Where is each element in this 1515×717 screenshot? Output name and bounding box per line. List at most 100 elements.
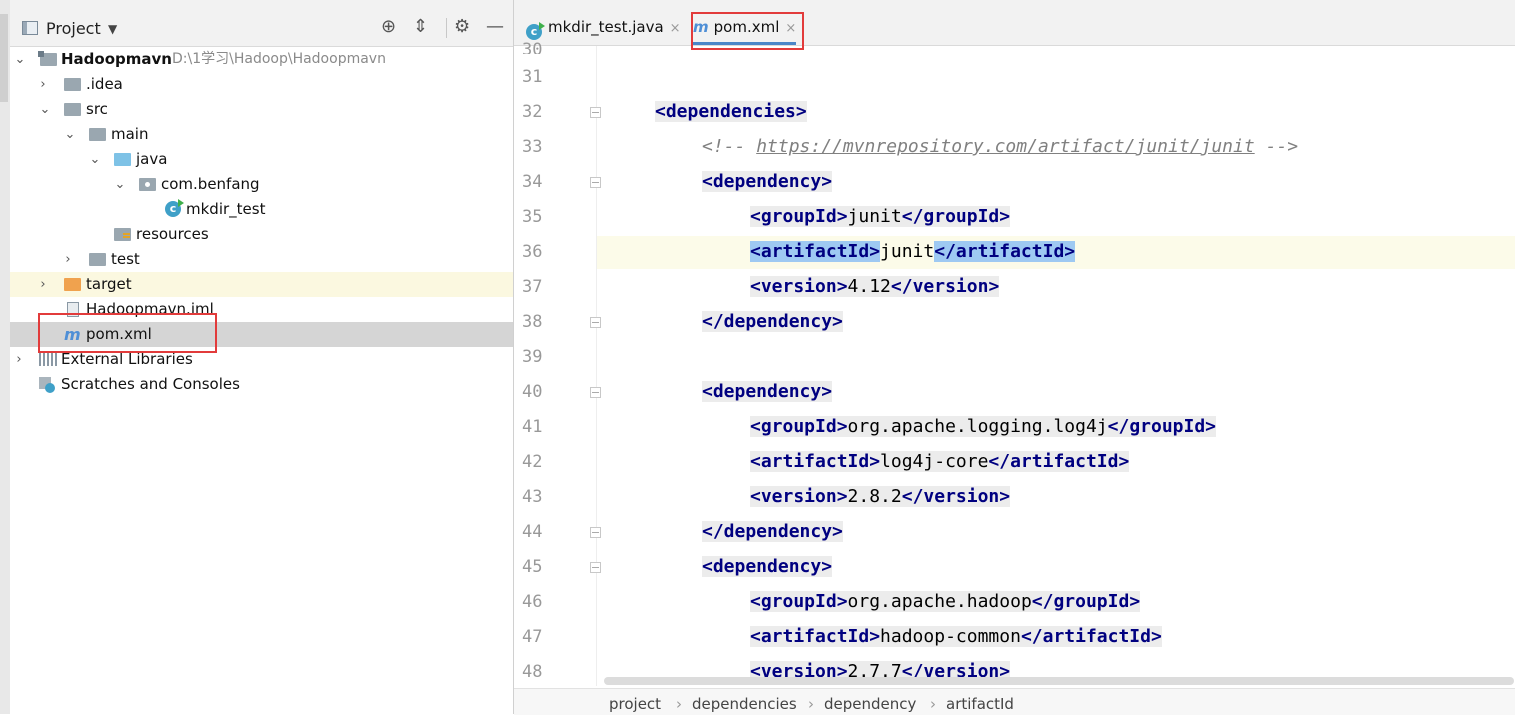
tree-item-resources[interactable]: resources [10,222,513,247]
xml-tag: <dependency> [702,556,833,577]
xml-tag: </version> [890,276,1000,297]
chevron-right-icon[interactable]: › [13,347,25,372]
code-line-43[interactable]: <version>2.8.2</version> [750,479,1011,514]
close-icon[interactable]: × [670,21,681,36]
chevron-right-icon[interactable]: › [37,272,49,297]
tree-item-mkdir-test[interactable]: c mkdir_test [10,197,513,222]
tree-item-src[interactable]: ⌄ src [10,97,513,122]
tree-item-main[interactable]: ⌄ main [10,122,513,147]
fold-icon[interactable] [590,527,601,538]
line-gutter: 30 31 32 33 34 35 36 37 38 39 40 41 42 4… [514,40,601,686]
fold-icon[interactable] [590,317,601,328]
code-line-38[interactable]: </dependency> [702,304,843,339]
xml-tag: <groupId> [750,416,848,437]
line-number: 44 [522,522,543,542]
xml-tag: </groupId> [901,206,1011,227]
tree-item-label: src [86,100,108,118]
tree-item-label: Hadoopmavn [61,50,172,68]
line-number: 45 [522,557,543,577]
toolbar-divider [446,18,447,38]
code-line-36[interactable]: <artifactId>junit</artifactId> [750,234,1076,269]
chevron-down-icon[interactable]: ▼ [108,22,117,36]
project-path: D:\1学习\Hadoop\Hadoopmavn [172,51,386,67]
folder-icon [89,128,106,141]
chevron-down-icon[interactable]: ⌄ [114,172,126,197]
chevron-right-icon[interactable]: › [37,72,49,97]
package-icon [139,178,156,191]
line-number: 34 [522,172,543,192]
horizontal-scrollbar[interactable] [604,677,1514,685]
line-number: 41 [522,417,543,437]
breadcrumb: project › dependencies › dependency › ar… [514,688,1515,715]
xml-tag: <groupId> [750,206,848,227]
tree-item-target[interactable]: › target [10,272,513,297]
line-number: 39 [522,347,543,367]
breadcrumb-separator: › [930,695,936,713]
breadcrumb-item-artifactid[interactable]: artifactId [946,691,1014,717]
code-line-32[interactable]: <dependencies> [655,94,807,129]
code-line-47[interactable]: <artifactId>hadoop-common</artifactId> [750,619,1162,654]
line-number: 35 [522,207,543,227]
project-stripe-tab[interactable] [0,14,8,102]
folder-icon [64,78,81,91]
chevron-down-icon[interactable]: ⌄ [89,147,101,172]
breadcrumb-separator: › [676,695,682,713]
xml-value: hadoop-common [880,626,1021,647]
code-line-48[interactable]: <version>2.7.7</version> [750,654,1011,677]
xml-tag: </groupId> [1107,416,1217,437]
chevron-down-icon[interactable]: ⌄ [39,97,51,122]
xml-value: junit [880,241,935,262]
source-folder-icon [114,153,131,166]
fold-icon[interactable] [590,177,601,188]
highlight-box-pom-tab [691,12,804,50]
line-number: 42 [522,452,543,472]
minimize-icon[interactable]: — [486,17,504,37]
breadcrumb-item-dependency[interactable]: dependency [824,691,916,717]
tree-item-scratches[interactable]: Scratches and Consoles [10,372,513,397]
comment-url[interactable]: https://mvnrepository.com/artifact/junit… [756,136,1255,157]
xml-tag: <artifactId> [750,451,881,472]
tree-item-test[interactable]: › test [10,247,513,272]
xml-tag: <version> [750,661,848,677]
tree-item-com-benfang[interactable]: ⌄ com.benfang [10,172,513,197]
xml-tag: <version> [750,276,848,297]
code-line-34[interactable]: <dependency> [702,164,833,199]
xml-value: 4.12 [847,276,891,297]
xml-tag-selected: <artifactId> [750,241,881,262]
tree-item-idea[interactable]: › .idea [10,72,513,97]
project-title[interactable]: Project [46,19,101,38]
gear-icon[interactable]: ⚙ [454,17,470,37]
tree-item-java[interactable]: ⌄ java [10,147,513,172]
code-line-40[interactable]: <dependency> [702,374,833,409]
code-line-35[interactable]: <groupId>junit</groupId> [750,199,1011,234]
chevron-down-icon[interactable]: ⌄ [14,47,26,72]
code-line-33[interactable]: <!-- https://mvnrepository.com/artifact/… [702,129,1298,164]
editor: c mkdir_test.java × m pom.xml × 30 31 32 33 … [514,0,1515,715]
locate-icon[interactable]: ⊕ [381,17,396,37]
tree-item-hadoopmavn[interactable]: ⌄ Hadoopmavn D:\1学习\Hadoop\Hadoopmavn [10,47,513,72]
line-number: 47 [522,627,543,647]
tree-item-label: mkdir_test [186,200,266,218]
breadcrumb-item-project[interactable]: project [609,691,661,717]
highlight-box-pom-tree [38,313,217,353]
code-line-37[interactable]: <version>4.12</version> [750,269,1000,304]
tab-mkdir-test-java[interactable]: c mkdir_test.java × [526,12,681,42]
fold-icon[interactable] [590,387,601,398]
breadcrumb-item-dependencies[interactable]: dependencies [692,691,797,717]
xml-value: 2.8.2 [847,486,902,507]
chevron-right-icon[interactable]: › [62,247,74,272]
fold-icon[interactable] [590,562,601,573]
code-line-45[interactable]: <dependency> [702,549,833,584]
line-number: 33 [522,137,543,157]
tree-item-label: java [136,150,168,168]
tab-label: mkdir_test.java [548,18,664,36]
code-line-42[interactable]: <artifactId>log4j-core</artifactId> [750,444,1130,479]
collapse-all-icon[interactable]: ⇕ [413,17,428,37]
line-number: 30 [522,40,543,54]
code-line-41[interactable]: <groupId>org.apache.logging.log4j</group… [750,409,1217,444]
code-line-44[interactable]: </dependency> [702,514,843,549]
code-line-46[interactable]: <groupId>org.apache.hadoop</groupId> [750,584,1141,619]
excluded-folder-icon [64,278,81,291]
chevron-down-icon[interactable]: ⌄ [64,122,76,147]
fold-icon[interactable] [590,107,601,118]
